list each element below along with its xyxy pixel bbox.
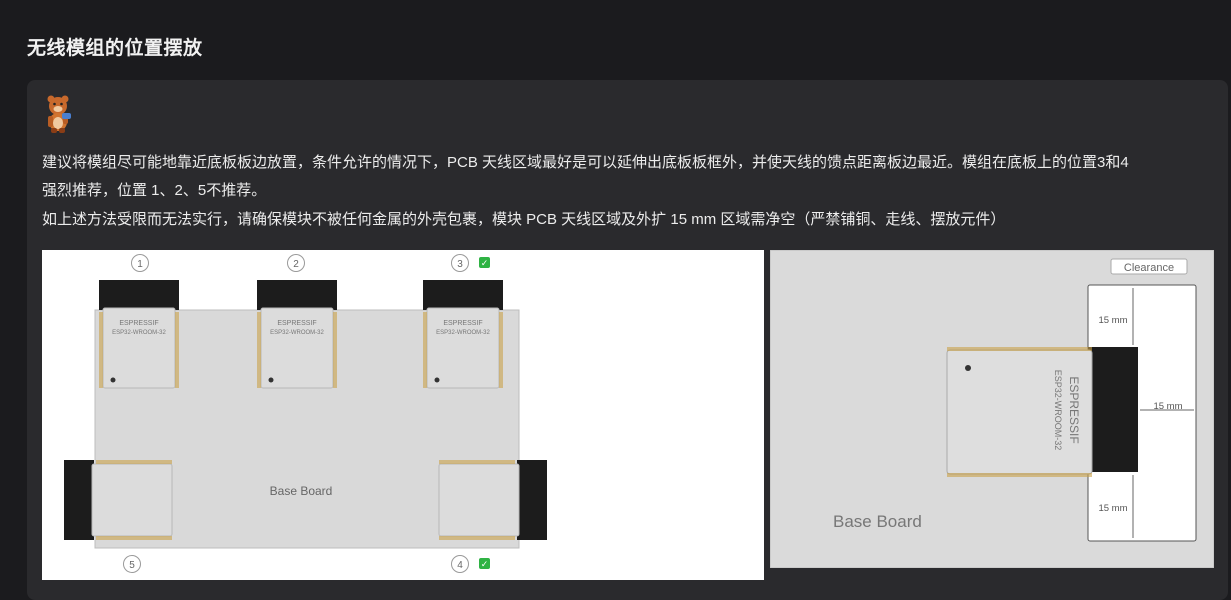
module-model: ESP32-WROOM-32 bbox=[112, 330, 166, 336]
svg-text:5: 5 bbox=[129, 560, 135, 571]
check-icon: ✓ bbox=[479, 558, 490, 570]
clearance-diagram: Clearance ESPRESSIF ESP32-WROOM-32 15 mm… bbox=[769, 249, 1215, 569]
paragraph-line-2: 强烈推荐，位置 1、2、5不推荐。 bbox=[42, 182, 267, 199]
position-marker-2: 2 bbox=[287, 254, 305, 272]
module-position-4 bbox=[438, 459, 548, 541]
svg-text:3: 3 bbox=[457, 259, 463, 270]
position-marker-3: 3 bbox=[451, 254, 469, 272]
module-brand: ESPRESSIF bbox=[443, 320, 482, 327]
position-marker-5: 5 bbox=[123, 555, 141, 573]
module-esp32: ESPRESSIF ESP32-WROOM-32 bbox=[946, 347, 1138, 477]
module-position-1: ESPRESSIF ESP32-WROOM-32 bbox=[98, 279, 180, 389]
module-position-2: ESPRESSIF ESP32-WROOM-32 bbox=[256, 279, 338, 389]
bot-avatar-icon bbox=[47, 95, 71, 133]
module-model: ESP32-WROOM-32 bbox=[270, 330, 324, 336]
dimension-top: 15 mm bbox=[1098, 315, 1127, 326]
base-board-label: Base Board bbox=[270, 484, 333, 498]
svg-text:✓: ✓ bbox=[481, 560, 489, 570]
module-model: ESP32-WROOM-32 bbox=[436, 330, 490, 336]
placement-diagram: Base Board ESPRESSIF ESP32-WROOM-32 ESPR… bbox=[63, 254, 548, 573]
section-title: 无线模组的位置摆放 bbox=[27, 38, 203, 59]
svg-text:4: 4 bbox=[457, 560, 463, 571]
svg-text:2: 2 bbox=[293, 259, 299, 270]
position-marker-4: 4 bbox=[451, 555, 469, 573]
position-marker-1: 1 bbox=[131, 254, 149, 272]
check-icon: ✓ bbox=[479, 257, 490, 269]
base-board-label: Base Board bbox=[833, 512, 922, 531]
module-brand: ESPRESSIF bbox=[119, 320, 158, 327]
module-model: ESP32-WROOM-32 bbox=[1053, 370, 1063, 451]
module-position-5 bbox=[63, 459, 173, 541]
clearance-label: Clearance bbox=[1124, 262, 1174, 274]
module-brand: ESPRESSIF bbox=[1067, 376, 1081, 443]
paragraph-2: 如上述方法受限而无法实行，请确保模块不被任何金属的外壳包裹，模块 PCB 天线区… bbox=[42, 211, 1006, 228]
module-position-3: ESPRESSIF ESP32-WROOM-32 bbox=[422, 279, 504, 389]
module-brand: ESPRESSIF bbox=[277, 320, 316, 327]
svg-text:1: 1 bbox=[137, 259, 143, 270]
dimension-bottom: 15 mm bbox=[1098, 503, 1127, 514]
svg-text:✓: ✓ bbox=[481, 259, 489, 269]
clearance-figure: Clearance ESPRESSIF ESP32-WROOM-32 15 mm… bbox=[769, 249, 1215, 569]
dimension-right: 15 mm bbox=[1153, 401, 1182, 412]
paragraph-line-1: 建议将模组尽可能地靠近底板板边放置，条件允许的情况下，PCB 天线区域最好是可以… bbox=[42, 154, 1129, 171]
module-placement-figure: Base Board ESPRESSIF ESP32-WROOM-32 ESPR… bbox=[42, 250, 764, 580]
